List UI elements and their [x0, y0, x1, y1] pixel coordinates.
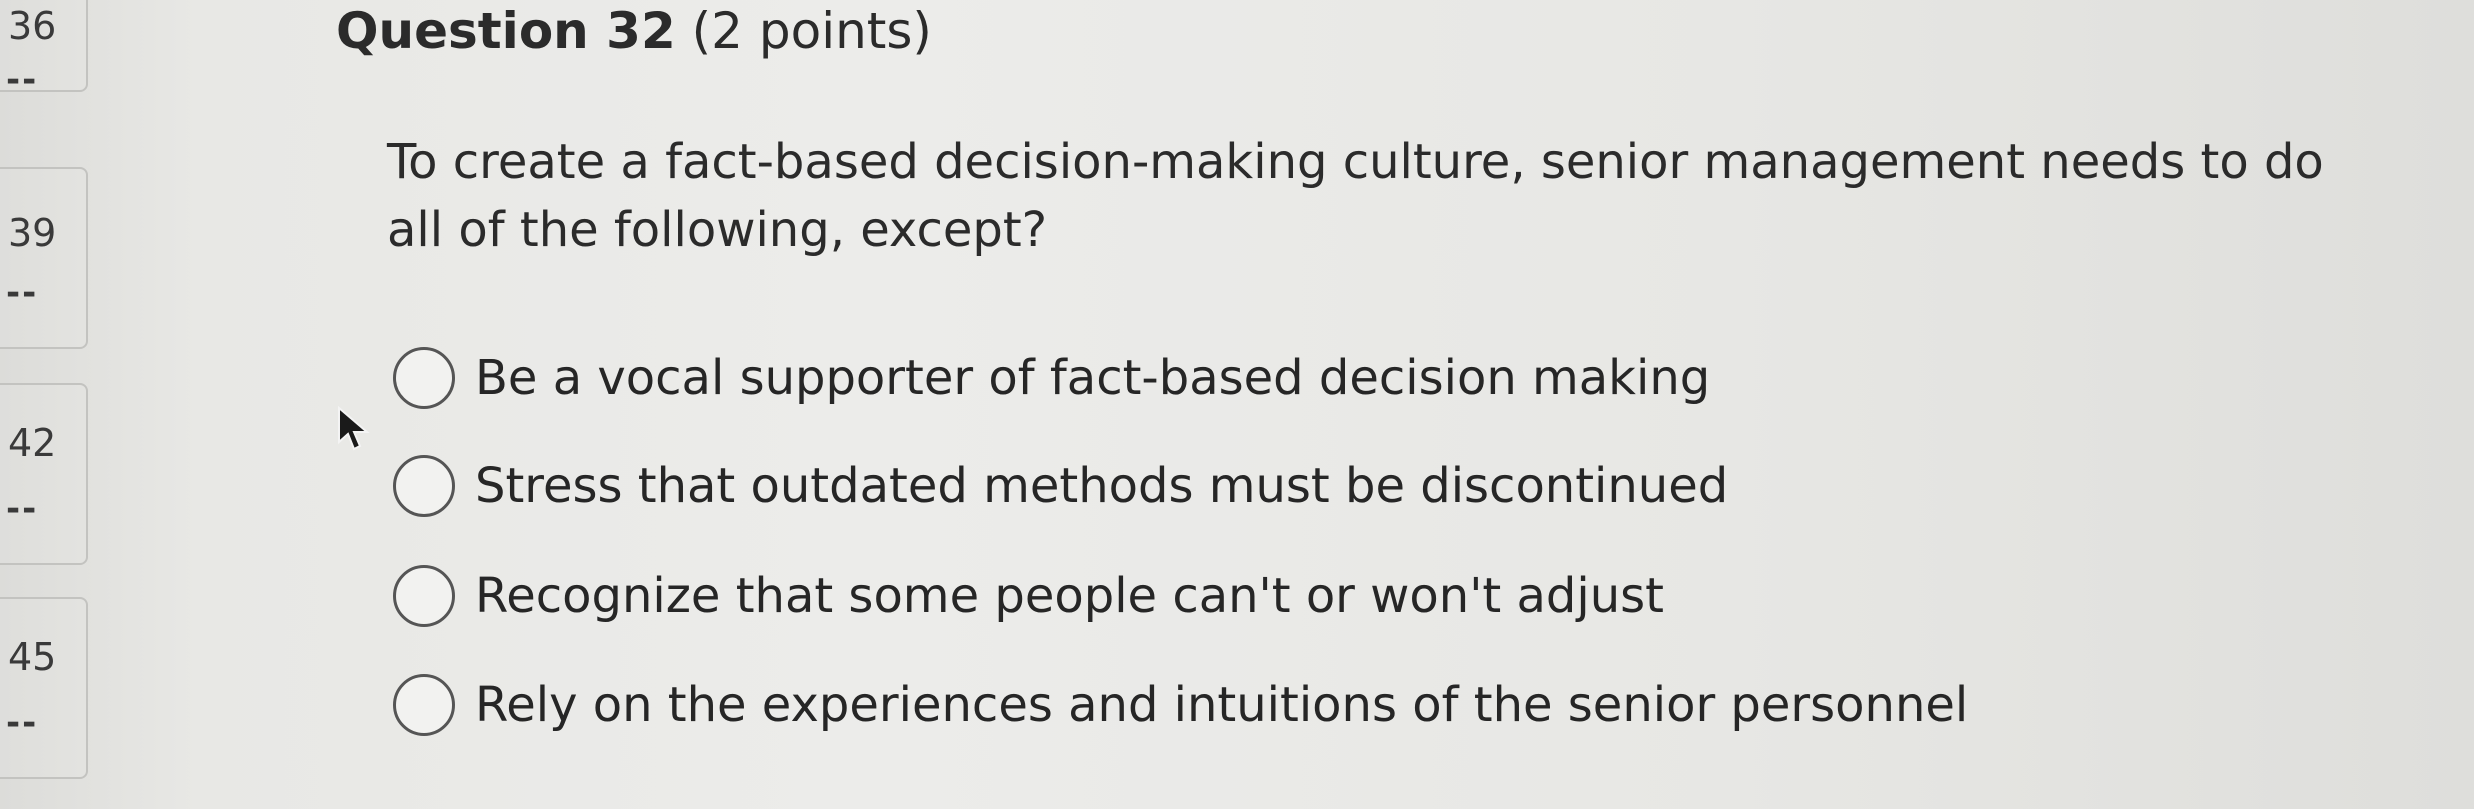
answer-option[interactable]: Stress that outdated methods must be dis…	[393, 451, 1728, 521]
nav-question-status: --	[6, 703, 39, 743]
answer-option-label: Recognize that some people can't or won'…	[475, 568, 1664, 624]
question-prompt: To create a fact-based decision-making c…	[387, 134, 2324, 258]
radio-unselected-icon[interactable]	[393, 674, 455, 736]
nav-tile-36[interactable]: 36 --	[0, 0, 88, 100]
nav-question-number: 36	[8, 4, 57, 48]
question-points: (2 points)	[691, 2, 932, 60]
nav-question-status: --	[6, 273, 39, 313]
radio-unselected-icon[interactable]	[393, 565, 455, 627]
radio-unselected-icon[interactable]	[393, 347, 455, 409]
nav-question-status: --	[6, 60, 39, 100]
answer-option-label: Be a vocal supporter of fact-based decis…	[475, 350, 1711, 406]
answer-option-label: Rely on the experiences and intuitions o…	[475, 677, 1969, 733]
nav-tile-45[interactable]: 45 --	[0, 597, 88, 779]
answer-option[interactable]: Be a vocal supporter of fact-based decis…	[393, 343, 1710, 413]
nav-question-number: 39	[8, 211, 57, 255]
answer-option[interactable]: Recognize that some people can't or won'…	[393, 561, 1664, 631]
nav-tile-39[interactable]: 39 --	[0, 167, 88, 349]
nav-question-number: 45	[8, 635, 57, 679]
answer-option[interactable]: Rely on the experiences and intuitions o…	[393, 670, 1968, 740]
mouse-pointer-icon	[338, 406, 370, 451]
question-number: Question 32	[336, 2, 676, 60]
radio-unselected-icon[interactable]	[393, 455, 455, 517]
nav-tile-42[interactable]: 42 --	[0, 383, 88, 565]
nav-question-status: --	[6, 489, 39, 529]
question-title: Question 32 (2 points)	[336, 2, 932, 60]
nav-question-number: 42	[8, 421, 57, 465]
answer-option-label: Stress that outdated methods must be dis…	[475, 458, 1729, 514]
